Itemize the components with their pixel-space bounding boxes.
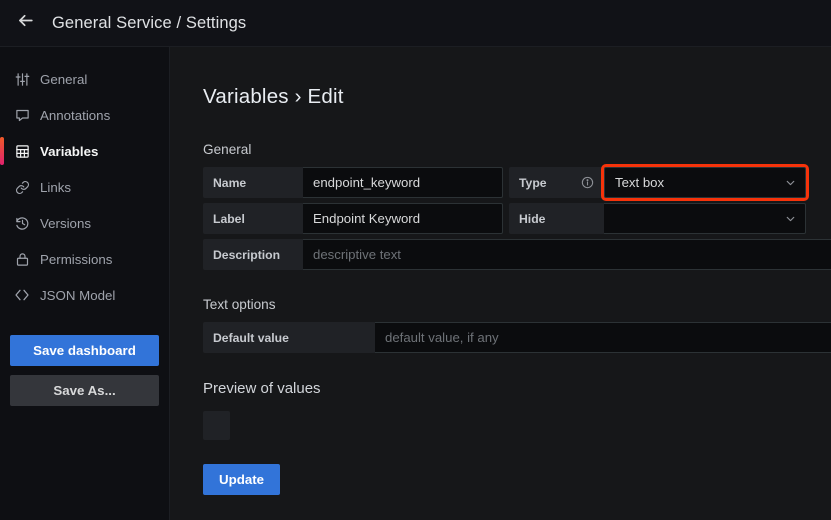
sidebar-item-links[interactable]: Links — [0, 169, 169, 205]
history-icon — [14, 215, 30, 231]
sidebar-item-annotations[interactable]: Annotations — [0, 97, 169, 133]
arrow-left-icon — [16, 11, 35, 35]
preview-value-chip — [203, 411, 230, 440]
general-section-heading: General — [203, 142, 831, 157]
dashboard-settings-page: General Service / Settings General — [0, 0, 831, 520]
lock-icon — [14, 251, 30, 267]
hide-select[interactable] — [604, 203, 806, 234]
link-icon — [14, 179, 30, 195]
comment-alt-icon — [14, 107, 30, 123]
chevron-down-icon — [784, 212, 797, 225]
form-row-default-value: Default value default value, if any — [203, 322, 831, 353]
type-label-text: Type — [519, 176, 547, 190]
form-row-label-hide: Label Endpoint Keyword Hide — [203, 203, 831, 234]
sidebar-item-json-model[interactable]: JSON Model — [0, 277, 169, 313]
save-dashboard-button[interactable]: Save dashboard — [10, 335, 159, 366]
text-options-heading: Text options — [203, 297, 831, 312]
label-input[interactable]: Endpoint Keyword — [303, 203, 503, 234]
sidebar-item-label: JSON Model — [40, 288, 115, 303]
hide-field-label: Hide — [509, 203, 604, 234]
form-row-name-type: Name endpoint_keyword Type — [203, 167, 831, 198]
sidebar-action-buttons: Save dashboard Save As... — [0, 335, 169, 406]
settings-content: Variables › Edit General Name endpoint_k… — [170, 47, 831, 520]
text-options-form: Default value default value, if any — [203, 322, 831, 353]
sidebar-item-label: Variables — [40, 144, 98, 159]
sidebar-item-permissions[interactable]: Permissions — [0, 241, 169, 277]
hide-label-text: Hide — [519, 212, 545, 226]
general-form: Name endpoint_keyword Type — [203, 167, 831, 270]
label-field-label: Label — [203, 203, 303, 234]
type-select[interactable]: Text box — [604, 167, 806, 198]
name-input[interactable]: endpoint_keyword — [303, 167, 503, 198]
description-input[interactable]: descriptive text — [303, 239, 831, 270]
type-field-label: Type — [509, 167, 604, 198]
table-icon — [14, 143, 30, 159]
default-value-field-label: Default value — [203, 322, 375, 353]
sidebar-item-general[interactable]: General — [0, 61, 169, 97]
sidebar-item-variables[interactable]: Variables — [0, 133, 169, 169]
sidebar-item-label: Permissions — [40, 252, 112, 267]
preview-heading: Preview of values — [203, 380, 831, 397]
chevron-down-icon — [784, 176, 797, 189]
page-body: General Annotations — [0, 47, 831, 520]
form-row-description: Description descriptive text — [203, 239, 831, 270]
text-options-section: Text options Default value default value… — [203, 297, 831, 353]
sidebar-item-label: Versions — [40, 216, 91, 231]
type-select-value: Text box — [615, 175, 664, 190]
back-button[interactable] — [10, 8, 40, 38]
sidebar-item-label: Links — [40, 180, 71, 195]
sidebar-item-label: General — [40, 72, 87, 87]
update-button[interactable]: Update — [203, 464, 280, 495]
sliders-icon — [14, 71, 30, 87]
default-value-input[interactable]: default value, if any — [375, 322, 831, 353]
description-field-label: Description — [203, 239, 303, 270]
sidebar-item-label: Annotations — [40, 108, 110, 123]
name-field-label: Name — [203, 167, 303, 198]
top-bar: General Service / Settings — [0, 0, 831, 47]
save-as-button[interactable]: Save As... — [10, 375, 159, 406]
preview-section: Preview of values — [203, 380, 831, 440]
code-icon — [14, 287, 30, 303]
page-breadcrumb-title: General Service / Settings — [52, 14, 246, 33]
sidebar-item-versions[interactable]: Versions — [0, 205, 169, 241]
info-circle-icon[interactable] — [580, 176, 594, 190]
page-title: Variables › Edit — [203, 85, 831, 109]
settings-sidebar: General Annotations — [0, 47, 170, 520]
